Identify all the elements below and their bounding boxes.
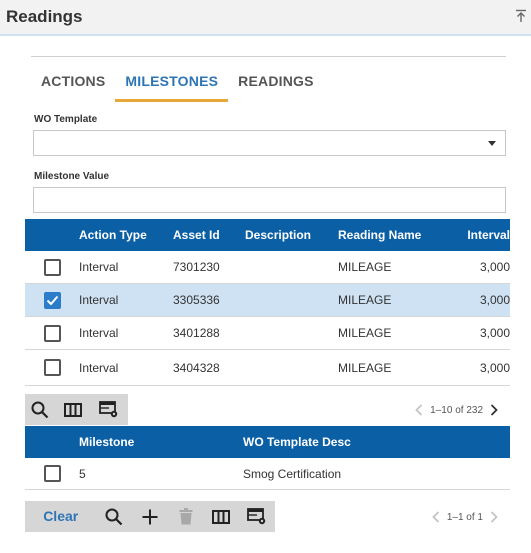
cell-action-type: Interval <box>79 360 119 375</box>
tab-milestones[interactable]: MILESTONES <box>115 60 229 102</box>
grid-settings-icon <box>99 400 118 417</box>
readings-grid-header: Action Type Asset Id Description Reading… <box>25 219 510 251</box>
grid-settings-button[interactable] <box>239 501 275 532</box>
checkmark-icon <box>46 295 58 305</box>
columns-button[interactable] <box>204 501 240 532</box>
readings-grid: Action Type Asset Id Description Reading… <box>25 219 510 386</box>
collapse-icon[interactable] <box>515 9 527 23</box>
cell-interval: 3,000 <box>479 360 510 375</box>
column-header-milestone[interactable]: Milestone <box>79 435 243 449</box>
row-checkbox[interactable] <box>43 465 61 482</box>
milestones-grid: Milestone WO Template Desc 5 Smog Certif… <box>25 426 510 490</box>
cell-interval: 3,000 <box>479 293 510 307</box>
clear-button[interactable]: Clear <box>25 501 96 532</box>
column-header-reading-name[interactable]: Reading Name <box>338 228 449 242</box>
tab-bar: ACTIONS MILESTONES READINGS <box>31 60 324 102</box>
row-checkbox[interactable] <box>43 359 61 376</box>
search-button[interactable] <box>25 394 55 425</box>
cell-reading-name: MILEAGE <box>338 293 392 307</box>
readings-grid-toolbar <box>25 394 128 425</box>
cell-wo-template-desc: Smog Certification <box>243 466 342 481</box>
table-row-selected[interactable]: Interval 3305336 MILEAGE 3,000 <box>25 284 510 317</box>
grid-settings-icon <box>247 507 266 524</box>
columns-button[interactable] <box>55 394 91 425</box>
cell-milestone: 5 <box>79 466 86 481</box>
search-icon <box>105 508 123 525</box>
table-row[interactable]: 5 Smog Certification <box>25 458 510 490</box>
column-header-interval[interactable]: Interval <box>449 228 510 242</box>
wo-template-select[interactable] <box>33 130 506 156</box>
wo-template-label: WO Template <box>34 114 98 125</box>
milestones-pager: 1–1 of 1 <box>425 507 505 527</box>
cell-asset-id: 3404328 <box>173 360 220 375</box>
panel-header: Readings <box>0 0 531 36</box>
table-row[interactable]: Interval 3401288 MILEAGE 3,000 <box>25 317 510 350</box>
column-header-description[interactable]: Description <box>245 228 338 242</box>
column-header-asset-id[interactable]: Asset Id <box>173 228 245 242</box>
chevron-left-icon[interactable] <box>408 400 430 420</box>
row-checkbox-checked[interactable] <box>43 291 61 309</box>
cell-action-type: Interval <box>79 293 119 307</box>
chevron-right-icon[interactable] <box>483 507 505 527</box>
chevron-down-icon[interactable] <box>488 141 496 146</box>
column-header-action-type[interactable]: Action Type <box>79 228 173 242</box>
cell-reading-name: MILEAGE <box>338 260 392 274</box>
cell-asset-id: 3305336 <box>173 293 220 307</box>
tab-readings[interactable]: READINGS <box>228 60 324 102</box>
cell-asset-id: 3401288 <box>173 326 220 340</box>
readings-page-range: 1–10 of 232 <box>430 404 483 416</box>
cell-interval: 3,000 <box>479 260 510 274</box>
delete-icon <box>179 508 193 525</box>
table-row[interactable]: Interval 3404328 MILEAGE 3,000 <box>25 350 510 386</box>
grid-settings-button[interactable] <box>91 394 127 425</box>
cell-action-type: Interval <box>79 326 119 340</box>
add-button[interactable] <box>132 501 168 532</box>
tab-frame-divider <box>31 56 506 57</box>
row-checkbox[interactable] <box>43 324 61 342</box>
cell-action-type: Interval <box>79 260 119 274</box>
columns-icon <box>64 402 82 417</box>
row-checkbox[interactable] <box>43 258 61 276</box>
chevron-left-icon[interactable] <box>425 507 447 527</box>
readings-pager: 1–10 of 232 <box>408 400 505 420</box>
cell-reading-name: MILEAGE <box>338 360 392 375</box>
column-header-wo-template-desc[interactable]: WO Template Desc <box>243 435 503 449</box>
tab-actions[interactable]: ACTIONS <box>31 60 115 102</box>
cell-asset-id: 7301230 <box>173 260 220 274</box>
panel-title: Readings <box>6 7 83 26</box>
milestones-grid-toolbar: Clear <box>25 501 275 532</box>
search-button[interactable] <box>96 501 132 532</box>
delete-button[interactable] <box>168 501 204 532</box>
search-icon <box>31 401 49 418</box>
table-row[interactable]: Interval 7301230 MILEAGE 3,000 <box>25 251 510 284</box>
add-icon <box>142 509 158 524</box>
milestones-page-range: 1–1 of 1 <box>446 511 483 523</box>
cell-interval: 3,000 <box>479 326 510 340</box>
cell-reading-name: MILEAGE <box>338 326 392 340</box>
chevron-right-icon[interactable] <box>483 400 505 420</box>
columns-icon <box>212 509 231 524</box>
milestone-value-input[interactable] <box>33 187 506 213</box>
milestones-grid-header: Milestone WO Template Desc <box>25 426 510 458</box>
milestone-value-label: Milestone Value <box>34 171 110 182</box>
